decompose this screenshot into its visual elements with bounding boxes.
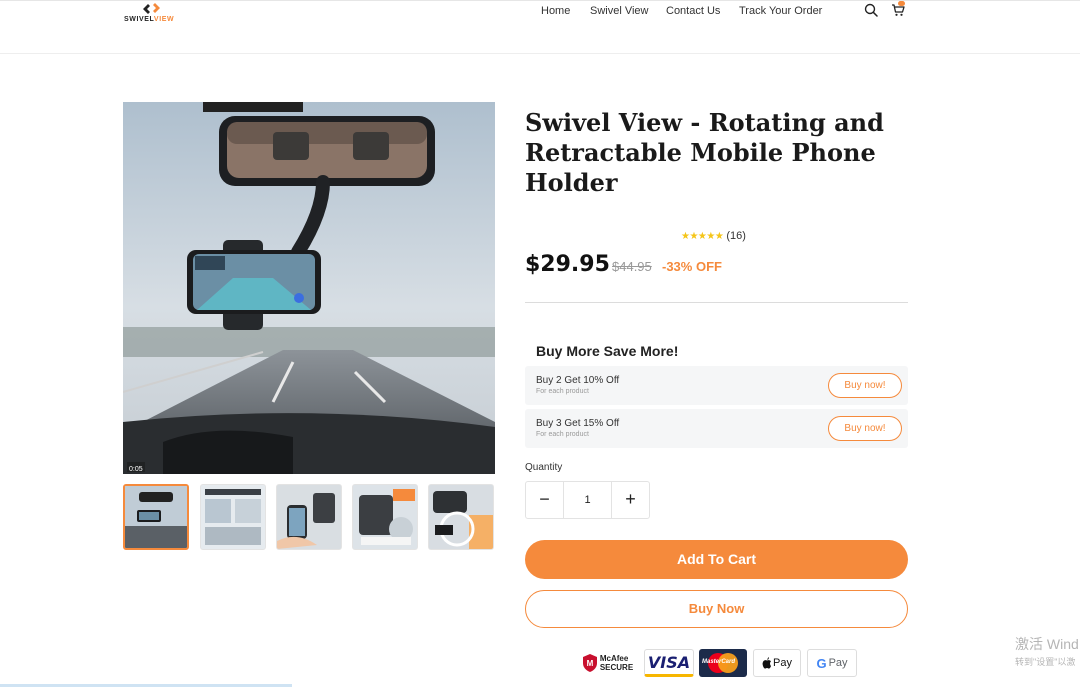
thumbnail-image [201,485,265,549]
quantity-input[interactable]: 1 [564,482,611,518]
bundle-offer-buy-button[interactable]: Buy now! [828,416,902,441]
quantity-increase-button[interactable]: + [611,482,649,518]
thumbnail-image [125,486,187,548]
thumbnail-image [353,485,417,549]
bundle-offer-label: Buy 2 Get 10% Off [536,375,620,386]
product-price: $29.95 [525,252,610,277]
compare-at-price: $44.95 [612,259,652,274]
apple-icon [762,657,772,669]
bundle-offer-label: Buy 3 Get 15% Off [536,418,620,429]
product-thumbnails [123,484,495,550]
mcafee-shield-icon: M [582,654,597,672]
search-icon[interactable] [864,3,878,17]
product-main-image[interactable]: 0:05 [123,102,495,474]
review-count: (16) [726,230,746,242]
nav-home[interactable]: Home [541,5,570,17]
thumbnail-4[interactable] [352,484,418,550]
quantity-stepper: − 1 + [525,481,650,519]
thumbnail-image [277,485,341,549]
main-nav: Home Swivel View Contact Us Track Your O… [0,5,1080,19]
windows-activation-watermark: 激活 Wind 转到"设置"以激 [1015,634,1079,668]
svg-text:M: M [586,659,593,668]
buy-now-button[interactable]: Buy Now [525,590,908,628]
google-pay-badge: G Pay [807,649,857,677]
price-divider [525,302,908,303]
rating-stars: ★★★★★ [681,231,724,242]
add-to-cart-button[interactable]: Add To Cart [525,540,908,579]
quantity-label: Quantity [525,462,563,473]
nav-swivel-view[interactable]: Swivel View [590,5,649,17]
watermark-line1: 激活 Wind [1015,636,1079,652]
google-pay-text: Pay [828,657,848,669]
thumbnail-1[interactable] [123,484,189,550]
bundle-offer-sub: For each product [536,431,589,438]
mcafee-line2: SECURE [599,663,634,672]
product-rating[interactable]: ★★★★★ (16) [681,230,746,244]
bundle-offer-buy-button[interactable]: Buy now! [828,373,902,398]
nav-contact-us[interactable]: Contact Us [666,5,720,17]
thumbnail-3[interactable] [276,484,342,550]
mastercard-badge: MasterCard [699,649,747,677]
thumbnail-5[interactable] [428,484,494,550]
mcafee-line1: McAfee [599,654,629,663]
bundle-offer-row: Buy 3 Get 15% Off For each product Buy n… [525,409,908,448]
quantity-decrease-button[interactable]: − [526,482,564,518]
discount-badge: -33% OFF [662,259,722,274]
video-time-label: 0:05 [129,466,143,473]
thumbnail-image [429,485,493,549]
product-title: Swivel View - Rotating and Retractable M… [525,108,884,197]
site-header: SWIVELVIEW Home Swivel View Contact Us T… [0,0,1080,54]
thumbnail-2[interactable] [200,484,266,550]
visa-badge: VISA [644,649,694,677]
google-g-icon: G [816,655,827,671]
bundle-offer-row: Buy 2 Get 10% Off For each product Buy n… [525,366,908,405]
bundle-offer-sub: For each product [536,388,589,395]
mcafee-secure-badge: M McAfee SECURE [578,649,638,677]
visa-text: VISA [647,652,691,672]
payment-badges: M McAfee SECURE VISA MasterCard Pay G Pa… [578,649,858,679]
bundle-offers-title: Buy More Save More! [536,343,679,359]
nav-track-your-order[interactable]: Track Your Order [739,5,822,17]
cart-count-badge [898,1,905,6]
mastercard-text: MasterCard [702,659,736,665]
apple-pay-badge: Pay [753,649,801,677]
watermark-line2: 转到"设置"以激 [1015,657,1076,667]
product-photo: 0:05 [123,102,495,474]
apple-pay-text: Pay [773,657,792,669]
